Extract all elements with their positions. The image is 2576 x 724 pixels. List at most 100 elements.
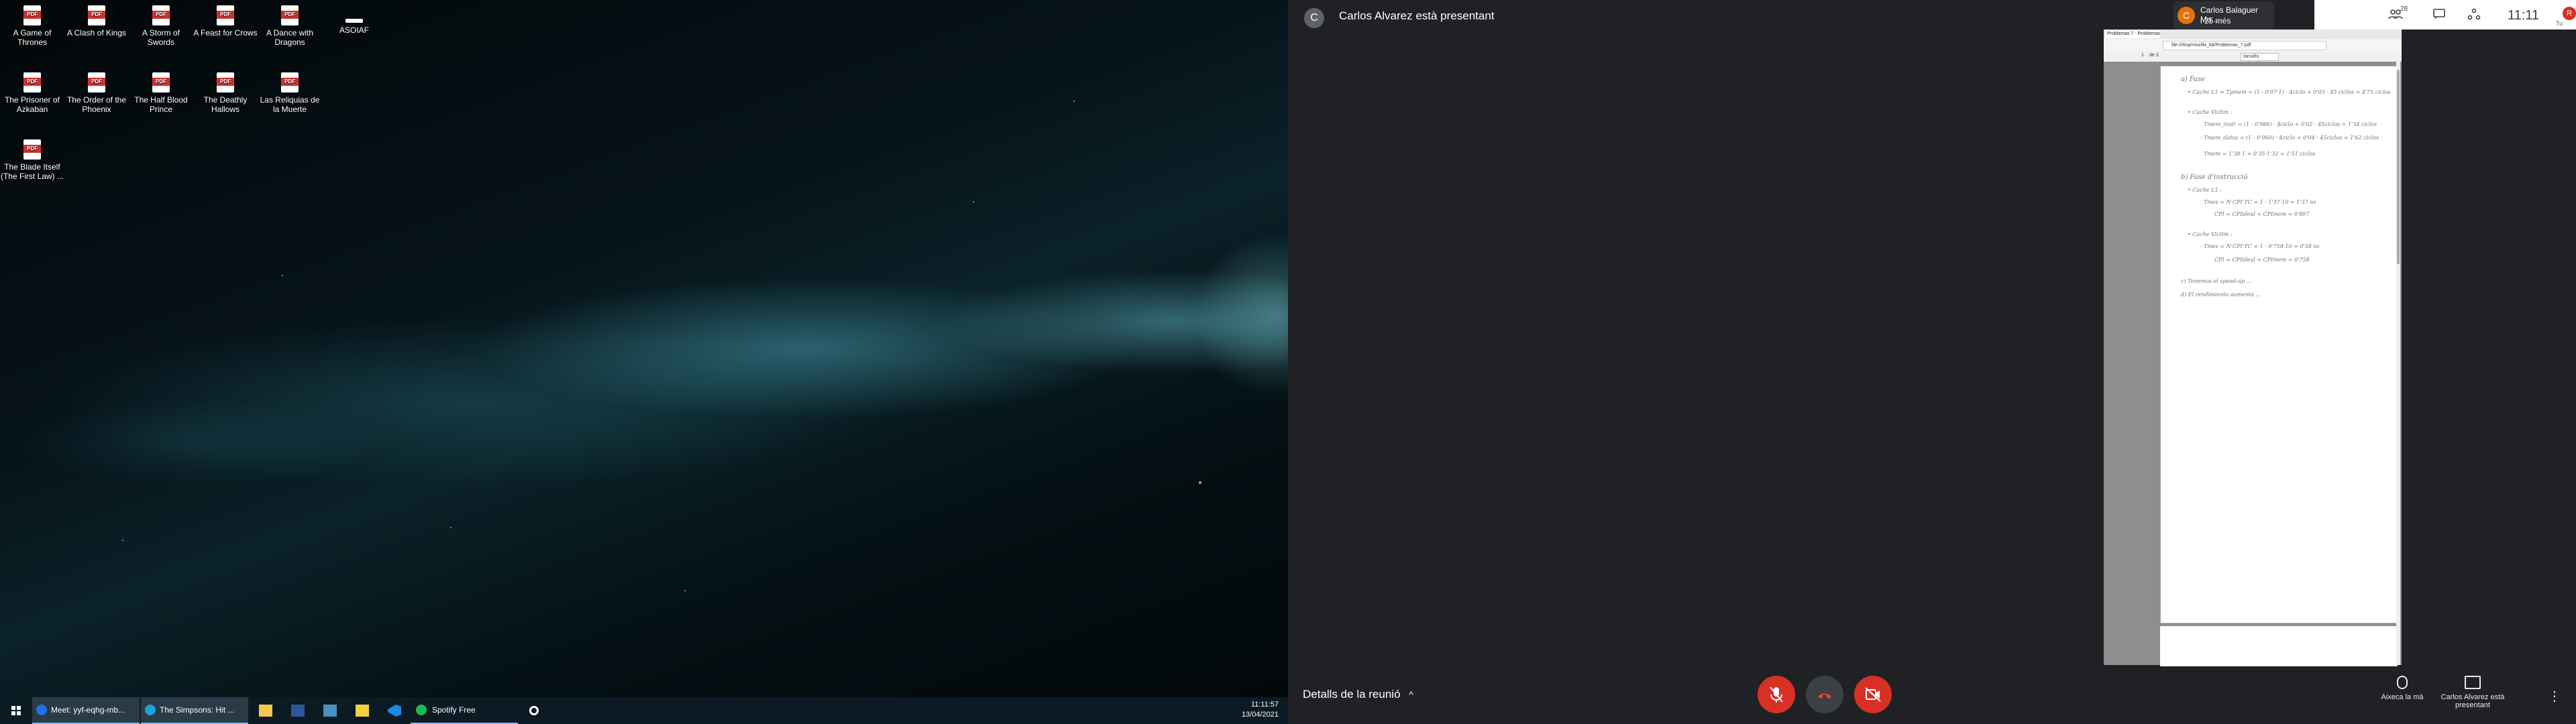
taskbar-file-explorer[interactable] bbox=[250, 697, 282, 724]
star bbox=[122, 540, 123, 541]
pdf-file-icon bbox=[88, 5, 105, 25]
taskbar-app-meet[interactable]: Meet: yyf-eqhg-mb... bbox=[32, 697, 140, 724]
spotify-icon bbox=[416, 705, 427, 715]
meet-top-bar: C Carlos Alvarez està presentant C Carlo… bbox=[1288, 0, 2576, 34]
doc-line: a) Fase bbox=[2181, 76, 2206, 83]
doc-line: • Cache Victim : bbox=[2188, 231, 2233, 237]
participant-more: i 25 més bbox=[2200, 16, 2231, 25]
pdf-viewer: a) Fase • Cache L1 ⇒ Tμmem = (1 - 0'97·1… bbox=[2104, 62, 2402, 666]
word-icon bbox=[291, 705, 305, 717]
more-options-icon[interactable]: ⋮ bbox=[2548, 688, 2561, 705]
scrollbar-thumb[interactable] bbox=[2397, 70, 2400, 264]
taskbar-vscode[interactable] bbox=[378, 697, 411, 724]
star bbox=[450, 527, 451, 528]
url-bar[interactable]: file:///tmp/mozilla_kb/Problemas_7.pdf bbox=[2163, 41, 2326, 50]
raise-hand-button[interactable]: Aixeca la mà bbox=[2372, 676, 2432, 701]
folder-icon bbox=[259, 705, 272, 717]
start-button[interactable] bbox=[0, 697, 32, 724]
taskbar: Meet: yyf-eqhg-mb... The Simpsons: Hit .… bbox=[0, 697, 1288, 724]
windows-logo-icon bbox=[11, 706, 21, 715]
desktop-icon-dance-with-dragons[interactable]: A Dance with Dragons bbox=[258, 5, 322, 47]
presenter-avatar: C bbox=[1304, 8, 1324, 28]
doc-line: • Cache Victim : bbox=[2188, 109, 2233, 115]
taskbar-explorer2[interactable] bbox=[314, 697, 346, 724]
browser-toolbar: file:///tmp/mozilla_kb/Problemas_7.pdf bbox=[2104, 39, 2402, 52]
meeting-details-button[interactable]: Detalls de la reunió ^ bbox=[1303, 688, 1413, 701]
meet-status-panel: 28 11:11 R Tu bbox=[2314, 0, 2576, 29]
window-icon bbox=[323, 705, 337, 717]
browser-tab-strip: Problemas 7 - Problemas_7.p... bbox=[2104, 29, 2402, 39]
hand-icon bbox=[2397, 676, 2408, 689]
taskbar-app-simpsons[interactable]: The Simpsons: Hit ... bbox=[141, 697, 248, 724]
participant-avatar: C bbox=[2178, 7, 2195, 24]
doc-line: • Cache L1 : bbox=[2188, 187, 2222, 193]
pdf-file-icon bbox=[152, 5, 170, 25]
edge-icon bbox=[145, 705, 156, 715]
pdf-page-next bbox=[2160, 626, 2398, 666]
star bbox=[1199, 481, 1201, 484]
pdf-file-icon bbox=[281, 72, 299, 93]
desktop-icon-blade-itself[interactable]: The Blade Itself (The First Law) ... bbox=[0, 139, 64, 181]
doc-line: CPI = CPIideal + CPImem = 0'897 bbox=[2214, 211, 2310, 217]
pdf-page: a) Fase • Cache L1 ⇒ Tμmem = (1 - 0'97·1… bbox=[2160, 66, 2399, 623]
desktop-background: A Game of Thrones A Clash of Kings A Sto… bbox=[0, 0, 1288, 697]
doc-line: • Cache L1 ⇒ Tμmem = (1 - 0'97·1) · 4cic… bbox=[2188, 89, 2391, 95]
taskbar-word[interactable] bbox=[282, 697, 314, 724]
pdf-file-icon bbox=[88, 72, 105, 93]
pdf-file-icon bbox=[23, 72, 41, 93]
desktop-icon-order-of-phoenix[interactable]: The Order of the Phoenix bbox=[64, 72, 129, 114]
page-number[interactable]: 1 bbox=[2141, 53, 2144, 58]
zoom-select[interactable]: tamaño automático bbox=[2241, 53, 2279, 66]
activities-icon[interactable] bbox=[2467, 8, 2482, 20]
desktop-icon-storm-of-swords[interactable]: A Storm of Swords bbox=[129, 5, 193, 47]
pdf-file-icon bbox=[152, 72, 170, 93]
pdf-toolbar: 1 de 3 tamaño automático bbox=[2104, 51, 2402, 66]
desktop-icon-prisoner-of-azkaban[interactable]: The Prisoner of Azkaban bbox=[0, 72, 64, 114]
mic-toggle-button[interactable] bbox=[1758, 676, 1795, 713]
taskbar-clock[interactable]: 11:11:57 13/04/2021 bbox=[1242, 700, 1279, 720]
meet-bottom-bar: Detalls de la reunió ^ Aixeca la mà Carl… bbox=[1288, 668, 2576, 724]
pdf-scrollbar[interactable] bbox=[2396, 62, 2400, 665]
meet-icon bbox=[36, 705, 47, 715]
user-label: Tu bbox=[2556, 20, 2563, 27]
desktop-icon-half-blood-prince[interactable]: The Half Blood Prince bbox=[129, 72, 193, 114]
present-screen-icon bbox=[2465, 676, 2481, 689]
file-icon bbox=[345, 19, 363, 23]
user-avatar[interactable]: R bbox=[2563, 7, 2576, 20]
taskbar-app-spotify[interactable]: Spotify Free bbox=[411, 697, 518, 724]
doc-line: Tmes = N·CPI·TC = 1 · 0'758·10 = 0'58 ns bbox=[2204, 243, 2320, 249]
sticky-notes-icon bbox=[356, 705, 369, 717]
meet-window: C Carlos Alvarez està presentant C Carlo… bbox=[1288, 0, 2576, 724]
doc-line: b) Fase d'instrucció bbox=[2181, 174, 2248, 181]
meet-clock: 11:11 bbox=[2508, 8, 2540, 23]
star bbox=[973, 201, 974, 202]
chevron-up-icon: ^ bbox=[1409, 689, 1413, 700]
doc-line: c) Tenemos el speed-up ... bbox=[2181, 278, 2252, 284]
doc-line: Tmem_datos = (1 - 0'960) · 4ciclo + 0'04… bbox=[2204, 135, 2379, 141]
desktop-icon-game-of-thrones[interactable]: A Game of Thrones bbox=[0, 5, 64, 47]
participant-count: 28 bbox=[2400, 5, 2408, 13]
taskbar-settings[interactable] bbox=[518, 697, 550, 724]
browser-tab[interactable]: Problemas 7 - Problemas_7.p... bbox=[2105, 30, 2160, 38]
taskbar-sticky[interactable] bbox=[346, 697, 378, 724]
desktop-icon-asoiaf[interactable]: ASOIAF bbox=[322, 5, 386, 35]
star bbox=[684, 590, 686, 591]
mic-off-icon bbox=[1770, 686, 1783, 703]
star bbox=[1073, 101, 1075, 102]
doc-line: d) El rendimiento aumenta ... bbox=[2181, 292, 2261, 298]
desktop-icon-deathly-hallows[interactable]: The Deathly Hallows bbox=[193, 72, 258, 114]
end-call-button[interactable] bbox=[1806, 676, 1843, 713]
doc-line: Tmem = 1'38·1 + 0'35·1'32 = 1'51 ciclos bbox=[2204, 151, 2316, 157]
participant-tile[interactable]: C Carlos Balaguer Mo... i 25 més bbox=[2174, 1, 2274, 29]
desktop-icon-feast-for-crows[interactable]: A Feast for Crows bbox=[193, 5, 258, 38]
pdf-file-icon bbox=[23, 139, 41, 160]
phone-hangup-icon bbox=[1818, 693, 1831, 699]
chat-icon[interactable] bbox=[2432, 8, 2447, 20]
page-count: de 3 bbox=[2149, 53, 2159, 58]
shared-screen: Problemas 7 - Problemas_7.p... file:///t… bbox=[2104, 29, 2402, 666]
presenting-button[interactable]: Carlos Alvarez està presentant bbox=[2439, 676, 2506, 709]
desktop-icon-clash-of-kings[interactable]: A Clash of Kings bbox=[64, 5, 129, 38]
doc-line: Tmem_instr = (1 - 0'986) · 4ciclo + 0'02… bbox=[2204, 121, 2377, 127]
desktop-icon-reliquias-muerte[interactable]: Las Reliquias de la Muerte bbox=[258, 72, 322, 114]
camera-toggle-button[interactable] bbox=[1854, 676, 1892, 713]
